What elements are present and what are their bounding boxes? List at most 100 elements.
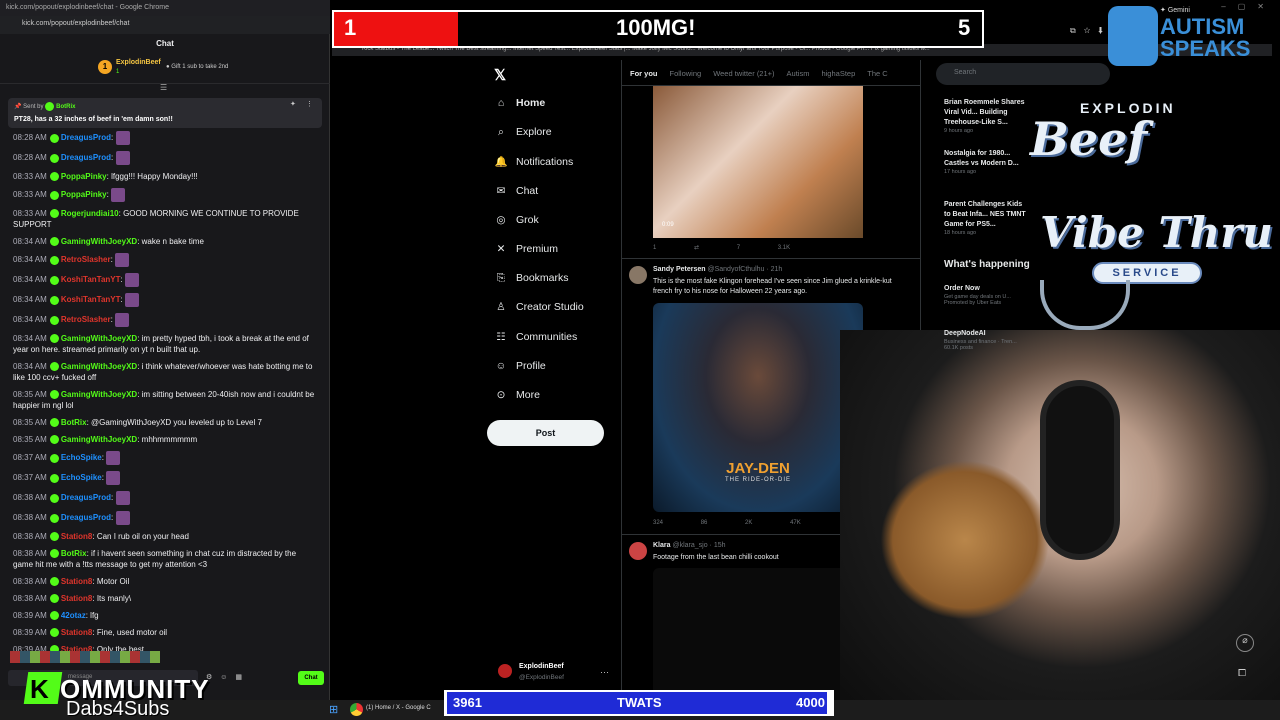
view-count[interactable]: 3.1K <box>778 245 790 251</box>
message-username[interactable]: DreagusProd <box>61 493 111 502</box>
search-input[interactable]: Search <box>936 63 1110 85</box>
message-username[interactable]: KoshiTanTanYT <box>61 275 121 284</box>
message-time: 08:33 AM <box>13 190 47 200</box>
pinned-sender: 📌 Sent by BotRix <box>14 102 76 111</box>
message-username[interactable]: DreagusProd <box>61 153 111 162</box>
message-username[interactable]: GamingWithJoeyXD <box>61 362 137 371</box>
message-username[interactable]: BotRix <box>61 549 87 558</box>
avatar[interactable] <box>629 266 647 284</box>
message-username[interactable]: EchoSpike <box>61 473 102 482</box>
retweet-count[interactable]: 86 <box>701 520 708 526</box>
person-icon: ☺ <box>495 359 507 372</box>
nav-label: More <box>516 389 540 401</box>
reply-count[interactable]: 1 <box>653 245 656 251</box>
emote-icon <box>111 188 126 202</box>
message-text: lfggg!!! Happy Monday!!! <box>111 172 198 181</box>
chrome-icon[interactable] <box>350 703 363 716</box>
window-controls[interactable]: –▢✕ <box>1221 2 1276 11</box>
more-icon[interactable]: ··· <box>600 667 609 677</box>
gift-sub-link[interactable]: ● Gift 1 sub to take 2nd <box>166 64 228 70</box>
message-username[interactable]: PoppaPinky <box>61 172 107 181</box>
message-username[interactable]: GamingWithJoeyXD <box>61 435 137 444</box>
message-username[interactable]: GamingWithJoeyXD <box>61 334 137 343</box>
tweet-author[interactable]: Sandy Petersen <box>653 266 706 273</box>
tweet-author[interactable]: Klara <box>653 542 671 549</box>
tab-2[interactable]: Weed twitter (21+) <box>713 62 774 78</box>
message-time: 08:35 AM <box>13 390 47 399</box>
view-count[interactable]: 47K <box>790 520 801 526</box>
nav-item-profile[interactable]: ☺ Profile <box>494 360 546 372</box>
tab-1[interactable]: Following <box>670 62 702 78</box>
avatar[interactable] <box>498 664 512 678</box>
tab-0[interactable]: For you <box>630 62 658 78</box>
badge-icon <box>49 473 59 483</box>
nav-item-creator-studio[interactable]: ♙ Creator Studio <box>494 301 583 313</box>
message-username[interactable]: KoshiTanTanYT <box>61 295 121 304</box>
message-username[interactable]: Station8 <box>61 628 93 637</box>
retweet-icon[interactable]: ⇄ <box>694 245 699 251</box>
message-username[interactable]: DreagusProd <box>61 513 111 522</box>
tweet-actions[interactable]: 324 86 2K 47K <box>653 520 837 526</box>
nav-item-explore[interactable]: ⌕ Explore <box>494 126 552 139</box>
x-logo-icon[interactable]: 𝕏 <box>494 66 506 84</box>
post-button[interactable]: Post <box>487 420 604 446</box>
message-username[interactable]: 42otaz <box>61 611 86 620</box>
chevron-down-icon[interactable]: ☰ <box>160 83 167 92</box>
screenshot-icon[interactable]: ⌀ <box>1236 634 1254 652</box>
nav-item-bookmarks[interactable]: ⎘ Bookmarks <box>494 272 569 285</box>
news-item[interactable]: Brian Roemmele Shares Viral Vid... Build… <box>944 98 1030 134</box>
message-username[interactable]: Rogerjundiai10 <box>61 209 119 218</box>
message-username[interactable]: GamingWithJoeyXD <box>61 237 137 246</box>
tab-3[interactable]: Autism <box>787 62 810 78</box>
chat-icon[interactable]: ⧠ <box>1238 668 1246 679</box>
windows-start-icon[interactable]: ⊞ <box>329 703 338 716</box>
trend-item[interactable]: Order Now Get game day deals on U... Promo… <box>944 284 1030 306</box>
like-count[interactable]: 7 <box>737 245 740 251</box>
send-chat-button[interactable]: Chat <box>298 671 324 685</box>
browser-toolbar-icons[interactable]: ⧉☆⬇ <box>1070 26 1111 36</box>
nav-item-communities[interactable]: ☷ Communities <box>494 331 577 343</box>
tweet-actions[interactable]: 1 ⇄ 7 3.1K <box>653 244 826 251</box>
chat-message: 08:38 AM DreagusProd: <box>13 491 318 505</box>
nav-item-home[interactable]: ⌂ Home <box>494 97 545 109</box>
tweet-video[interactable] <box>653 86 863 238</box>
message-username[interactable]: Station8 <box>61 577 93 586</box>
gemini-button[interactable]: ✦ Gemini <box>1160 6 1190 14</box>
nav-item-more[interactable]: ⊙ More <box>494 389 540 401</box>
nav-item-premium[interactable]: ✕ Premium <box>494 243 558 255</box>
top-gifter-name[interactable]: ExplodinBeef <box>116 59 161 66</box>
taskbar-item[interactable]: (1) Home / X - Google C <box>366 705 431 711</box>
emote-icon <box>115 313 130 327</box>
nav-item-chat[interactable]: ✉ Chat <box>494 185 539 197</box>
chat-toolbar[interactable]: ⚙☺▦ <box>206 673 250 681</box>
news-item[interactable]: Nostalgia for 1980... Castles vs Modern … <box>944 149 1030 175</box>
subscriber-badge: 1 <box>98 60 112 74</box>
message-text: wake n bake time <box>141 237 204 246</box>
like-count[interactable]: 2K <box>745 520 752 526</box>
message-username[interactable]: EchoSpike <box>61 453 102 462</box>
profile-name[interactable]: ExplodinBeef <box>519 663 564 670</box>
chat-url-bar[interactable]: kick.com/popout/explodinbeef/chat <box>0 16 330 34</box>
message-username[interactable]: PoppaPinky <box>61 190 107 199</box>
tab-5[interactable]: The C <box>867 62 887 78</box>
nav-item-grok[interactable]: ◎ Grok <box>494 214 538 226</box>
message-username[interactable]: Station8 <box>61 532 93 541</box>
timeline-tabs: For you Following Weed twitter (21+) Autism… <box>622 62 920 86</box>
emote-bar[interactable] <box>10 651 160 663</box>
news-item[interactable]: Parent Challenges Kids to Beat Infa... N… <box>944 200 1030 236</box>
people-icon: ☷ <box>496 330 506 343</box>
avatar[interactable] <box>629 542 647 560</box>
message-username[interactable]: RetroSlasher <box>61 315 111 324</box>
pin-actions[interactable]: ✦⋮ <box>290 100 323 108</box>
message-time: 08:37 AM <box>13 473 47 483</box>
message-username[interactable]: RetroSlasher <box>61 255 111 264</box>
tab-4[interactable]: highaStep <box>821 62 855 78</box>
message-username[interactable]: DreagusProd <box>61 133 111 142</box>
message-username[interactable]: GamingWithJoeyXD <box>61 390 137 399</box>
tweet-age: 15h <box>713 542 726 549</box>
reply-count[interactable]: 324 <box>653 520 663 526</box>
trend-item[interactable]: DeepNodeAI Business and finance · Tren...… <box>944 329 1030 351</box>
nav-item-notifications[interactable]: 🔔 Notifications <box>494 155 573 168</box>
message-username[interactable]: Station8 <box>61 594 93 603</box>
message-username[interactable]: BotRix <box>61 418 87 427</box>
